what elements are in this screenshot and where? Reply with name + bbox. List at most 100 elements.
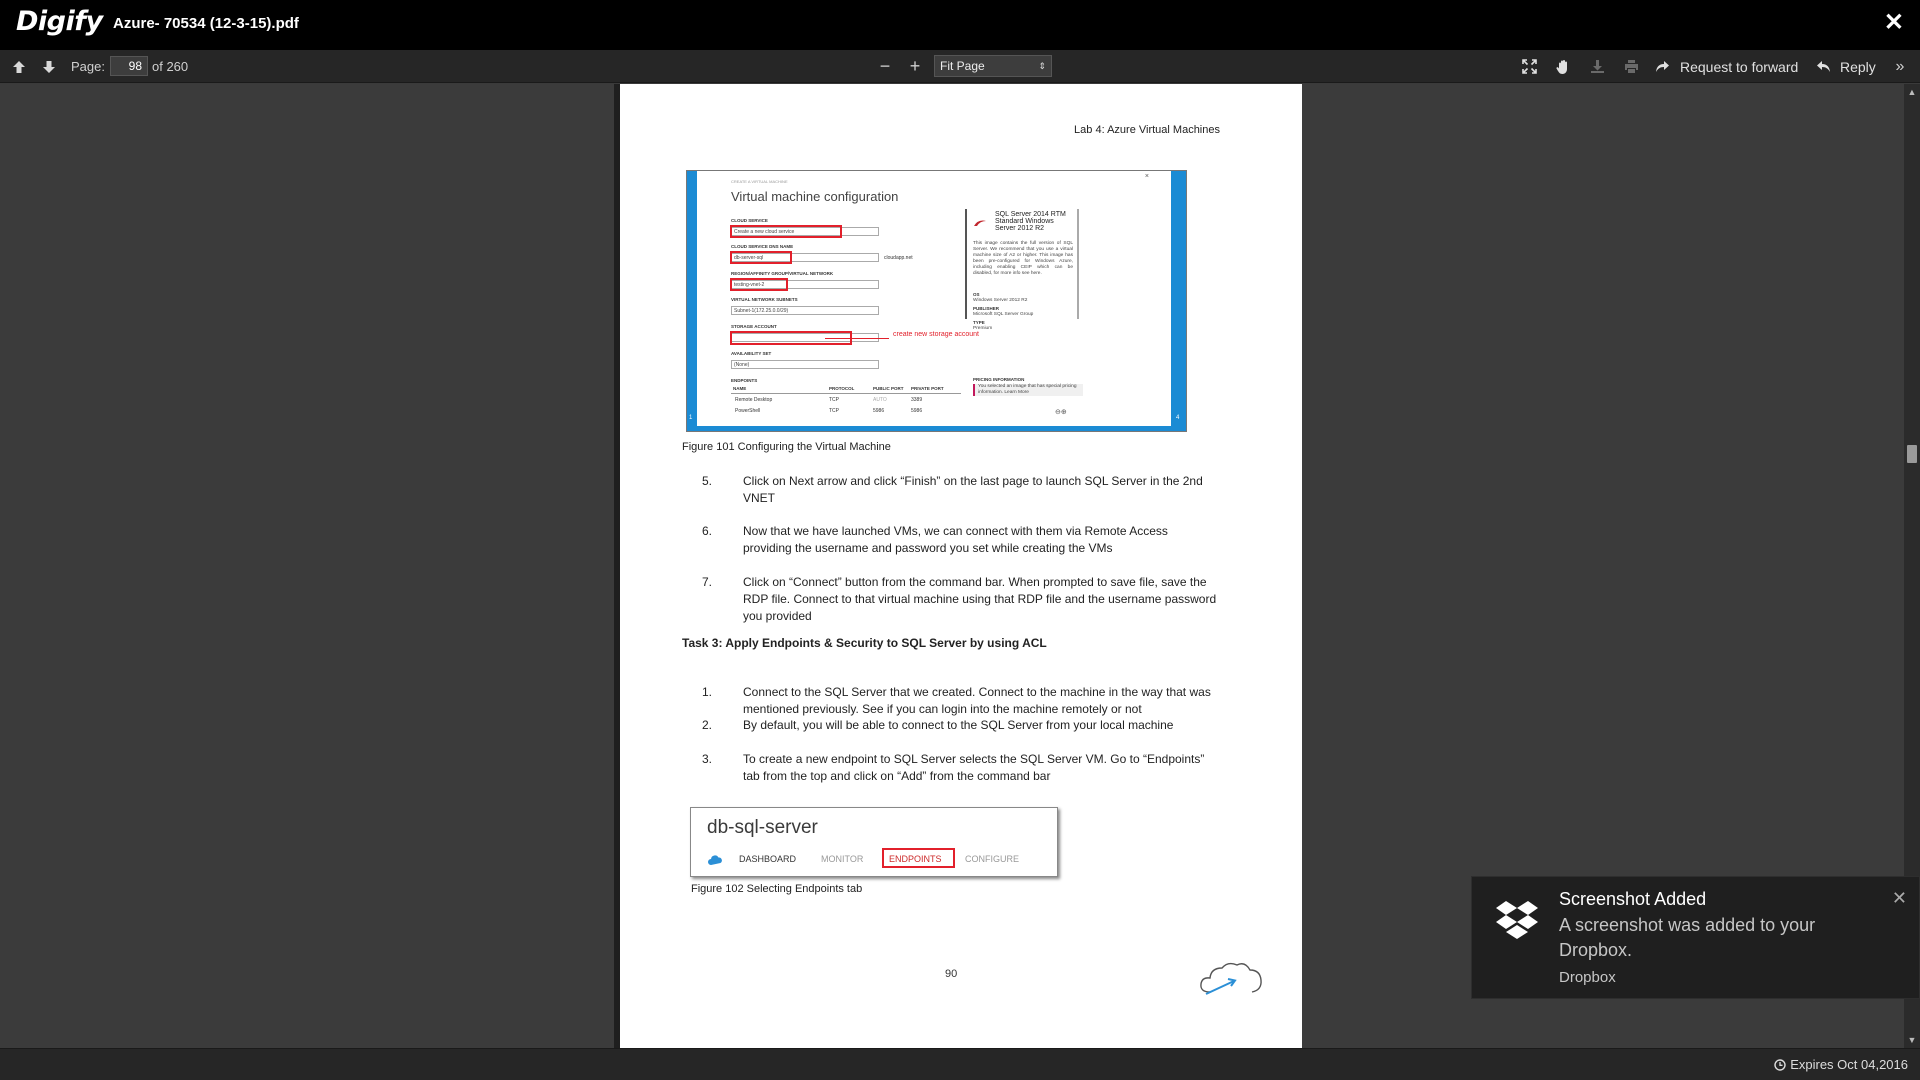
list-text-line: providing the username and password you … [743, 541, 1113, 555]
zoom-select-value: Fit Page [940, 59, 985, 73]
list-text-line: you provided [743, 609, 812, 623]
list-text: Click on Next arrow and click “Finish” o… [743, 473, 1203, 507]
page-total: of 260 [152, 59, 189, 74]
endpoint-header: PRIVATE PORT [911, 386, 944, 391]
task-heading: Task 3: Apply Endpoints & Security to SQ… [682, 636, 1047, 650]
annotation-arrow [825, 338, 889, 339]
highlight-box [730, 225, 842, 238]
notification-source: Dropbox [1559, 969, 1616, 986]
list-item: 5. Click on Next arrow and click “Finish… [702, 473, 1222, 507]
list-text: Connect to the SQL Server that we create… [743, 684, 1211, 718]
zoom-out-button[interactable]: − [876, 50, 894, 83]
list-item: 7. Click on “Connect” button from the co… [702, 574, 1222, 625]
expiry-text: Expires Oct 04,2016 [1790, 1057, 1908, 1072]
arrow-down-icon [43, 60, 55, 73]
list-text-line: To create a new endpoint to SQL Server s… [743, 752, 1205, 766]
scroll-down-arrow-icon[interactable]: ▼ [1904, 1032, 1920, 1048]
dialog-close-icon: × [1144, 173, 1149, 180]
pricing-label: PRICING INFORMATION [973, 377, 1025, 382]
toolbar: Page: 98 of 260 − + Fit Page ⇕ Request t… [0, 50, 1920, 83]
more-menu-button[interactable]: » [1890, 50, 1910, 83]
zoom-select[interactable]: Fit Page ⇕ [934, 55, 1052, 77]
scroll-thumb[interactable] [1907, 445, 1917, 463]
list-text: To create a new endpoint to SQL Server s… [743, 751, 1204, 785]
list-number: 5. [702, 474, 713, 488]
dialog-heading-small: CREATE A VIRTUAL MACHINE [731, 179, 788, 184]
reply-icon [1816, 61, 1830, 72]
status-bar: Expires Oct 04,2016 [0, 1048, 1920, 1080]
dns-suffix: cloudapp.net [884, 255, 913, 261]
publisher-label: PUBLISHER [973, 306, 1000, 311]
close-button[interactable]: ✕ [1884, 11, 1904, 35]
list-number: 6. [702, 524, 713, 538]
figure-caption: Figure 101 Configuring the Virtual Machi… [682, 441, 891, 453]
fullscreen-icon [1521, 59, 1537, 74]
dns-label: CLOUD SERVICE DNS NAME [731, 244, 794, 249]
clock-icon [1774, 1058, 1786, 1071]
vm-config-dialog: CREATE A VIRTUAL MACHINE × Virtual machi… [697, 171, 1171, 426]
next-page-button[interactable] [38, 50, 60, 83]
list-text-line: Connect to the SQL Server that we create… [743, 685, 1211, 699]
pan-tool-button[interactable] [1552, 50, 1574, 83]
availability-label: AVAILABILITY SET [731, 351, 772, 356]
endpoint-cell: Remote Desktop [735, 397, 773, 403]
list-text-line: Click on Next arrow and click “Finish” o… [743, 474, 1203, 488]
scroll-up-arrow-icon[interactable]: ▲ [1904, 84, 1920, 100]
highlight-box [730, 251, 792, 264]
expiry-info: Expires Oct 04,2016 [1774, 1057, 1908, 1072]
list-item: 2. By default, you will be able to conne… [702, 717, 1222, 734]
sql-server-logo-icon [973, 215, 987, 226]
hand-icon [1555, 59, 1567, 74]
list-number: 3. [702, 752, 713, 766]
notification-close-button[interactable]: ✕ [1892, 889, 1907, 907]
list-item: 1. Connect to the SQL Server that we cre… [702, 684, 1222, 718]
digify-viewer: Digify Azure- 70534 (12-3-15).pdf ✕ Page… [0, 0, 1920, 1080]
publisher-value: Microsoft SQL Server Group [973, 312, 1034, 317]
printer-icon [1624, 60, 1638, 73]
annotation-text: create new storage account [893, 331, 979, 338]
notification-message: A screenshot was added to your Dropbox. [1559, 915, 1816, 960]
nav-arrows-icon: ⊖⊕ [1055, 409, 1067, 416]
reply-icon-button[interactable] [1814, 50, 1832, 83]
wizard-step-4: 4 [1176, 415, 1180, 421]
pdf-page: Lab 4: Azure Virtual Machines CREATE A V… [620, 84, 1302, 1048]
figure-caption: Figure 102 Selecting Endpoints tab [691, 883, 863, 895]
list-text-line: mentioned previously. See if you can log… [743, 702, 1142, 716]
share-forward-icon [1655, 61, 1669, 72]
forward-icon-button[interactable] [1652, 50, 1672, 83]
storage-label: STORAGE ACCOUNT [731, 324, 777, 329]
request-forward-button[interactable]: Request to forward [1680, 50, 1800, 83]
list-number: 7. [702, 575, 713, 589]
page-header: Lab 4: Azure Virtual Machines [1074, 124, 1220, 136]
os-label: OS [973, 292, 980, 297]
dialog-title: Virtual machine configuration [731, 189, 899, 204]
type-label: TYPE [973, 320, 985, 325]
digify-logo: Digify [16, 6, 103, 37]
tab-monitor: MONITOR [821, 854, 864, 864]
dropbox-notification[interactable]: Screenshot Added A screenshot was added … [1471, 876, 1920, 999]
endpoint-header: NAME [733, 386, 747, 391]
list-number: 2. [702, 718, 713, 732]
zoom-in-button[interactable]: + [906, 50, 924, 83]
cloud-service-label: CLOUD SERVICE [731, 218, 768, 223]
page-number-input[interactable]: 98 [110, 56, 148, 76]
side-scrollbar [965, 209, 967, 319]
wizard-step-1: 1 [689, 415, 693, 421]
select-arrows-icon: ⇕ [1038, 61, 1046, 71]
subnet-label: VIRTUAL NETWORK SUBNETS [731, 297, 798, 302]
endpoint-cell: PowerShell [735, 408, 761, 414]
download-button[interactable] [1586, 50, 1608, 83]
subnet-field: Subnet-1(172.25.0.0/29) [731, 306, 879, 315]
previous-page-button[interactable] [8, 50, 30, 83]
fullscreen-button[interactable] [1518, 50, 1540, 83]
type-value: Premium [973, 326, 993, 331]
endpoint-cell: 5986 [873, 408, 885, 414]
download-icon [1590, 60, 1604, 73]
page-number: 90 [945, 968, 958, 980]
reply-button[interactable]: Reply [1840, 50, 1882, 83]
pricing-text: You selected an image that has special p… [973, 384, 1083, 396]
double-chevron-right-icon: » [1895, 57, 1905, 75]
print-button[interactable] [1620, 50, 1642, 83]
notification-title: Screenshot Added [1559, 889, 1707, 909]
cloud-logo-icon [1198, 959, 1264, 997]
